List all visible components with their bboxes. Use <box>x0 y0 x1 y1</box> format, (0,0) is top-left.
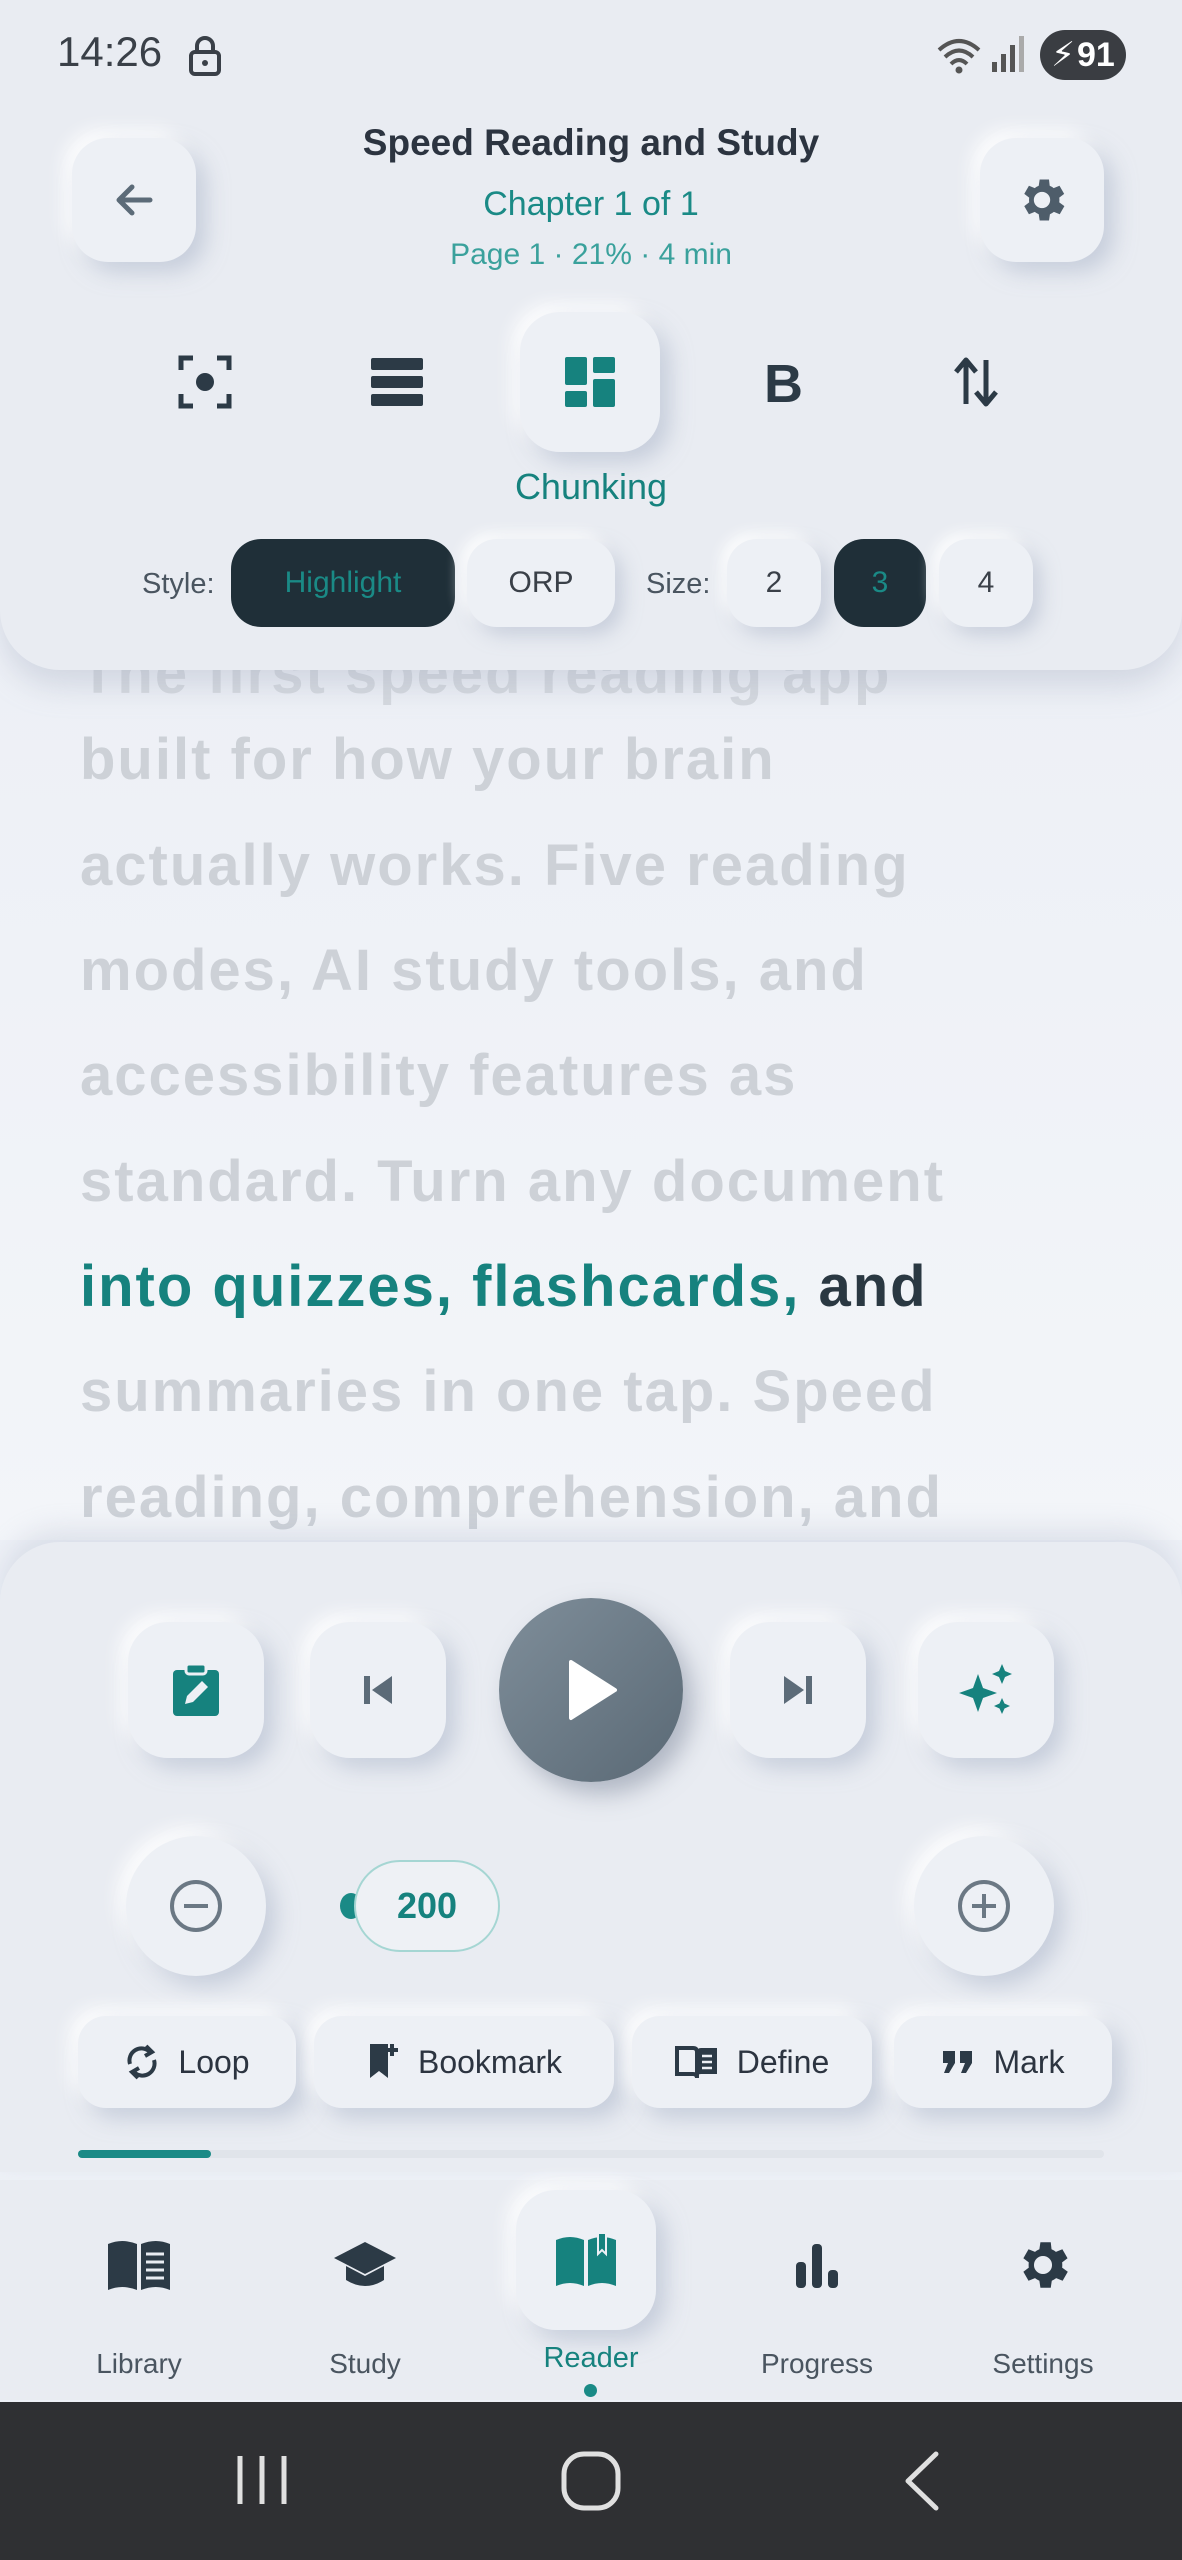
nav-settings-label: Settings <box>992 2348 1094 2379</box>
mode-chunking-button[interactable] <box>520 312 660 452</box>
skip-previous-icon <box>364 1676 392 1704</box>
library-book-icon <box>108 2241 170 2290</box>
define-label: Define <box>736 2043 830 2080</box>
define-chip[interactable]: Define <box>632 2016 872 2108</box>
skip-next-icon <box>784 1676 812 1704</box>
reading-line: built for how your brain <box>80 727 776 792</box>
play-icon <box>569 1660 617 1720</box>
highlighted-chunk: into quizzes, flashcards, <box>80 1254 801 1319</box>
nav-study-button[interactable] <box>320 2220 410 2310</box>
wpm-value[interactable]: 200 <box>354 1860 500 1952</box>
ai-tools-button[interactable] <box>918 1622 1054 1758</box>
mode-lines-button[interactable] <box>327 312 467 452</box>
reading-line: accessibility features as <box>80 1043 798 1108</box>
meta-separator: · <box>640 238 651 271</box>
style-highlight-option[interactable]: Highlight <box>231 539 455 627</box>
system-back-icon[interactable] <box>900 2450 944 2512</box>
play-button[interactable] <box>499 1598 683 1782</box>
mode-scroll-button[interactable] <box>906 312 1046 452</box>
reading-line: standard. Turn any document <box>80 1149 946 1214</box>
status-time: 14:26 <box>57 28 163 75</box>
quote-icon <box>943 2051 973 2073</box>
book-title: Speed Reading and Study <box>362 122 820 163</box>
notes-button[interactable] <box>128 1622 264 1758</box>
next-button[interactable] <box>730 1622 866 1758</box>
increase-speed-button[interactable] <box>914 1836 1054 1976</box>
style-label: Style: <box>142 568 215 600</box>
current-word: and <box>818 1254 928 1319</box>
recent-apps-icon[interactable] <box>234 2452 290 2508</box>
charging-icon: ⚡ <box>1051 36 1076 74</box>
reading-line: reading, comprehension, and <box>80 1465 943 1530</box>
nav-library-label: Library <box>96 2348 182 2379</box>
active-mode-label: Chunking <box>514 466 668 507</box>
page-meta: Page 1 · 21% · 4 min <box>200 238 982 272</box>
signal-icon <box>992 36 1024 72</box>
nav-reader-button[interactable] <box>516 2190 656 2330</box>
minus-circle-icon <box>170 1880 222 1932</box>
wifi-icon <box>937 39 981 74</box>
reader-settings-button[interactable] <box>980 138 1104 262</box>
reading-progress-bar[interactable] <box>78 2150 1104 2158</box>
reading-line: summaries in one tap. Speed <box>80 1359 937 1424</box>
style-orp-option[interactable]: ORP <box>467 539 615 627</box>
arrow-left-icon <box>116 184 153 216</box>
loop-chip[interactable]: Loop <box>78 2016 296 2108</box>
back-button[interactable] <box>72 138 196 262</box>
decrease-speed-button[interactable] <box>126 1836 266 1976</box>
gear-icon <box>1024 179 1065 221</box>
time-left: 4 min <box>658 238 732 271</box>
reading-line: modes, AI study tools, and <box>80 938 868 1003</box>
nav-library-button[interactable] <box>94 2220 184 2310</box>
home-icon[interactable] <box>560 2450 622 2512</box>
focus-frame-icon <box>178 355 232 409</box>
progress-percent: 21% <box>571 238 632 271</box>
clipboard-edit-icon <box>173 1662 219 1716</box>
nav-reader-label: Reader <box>543 2342 639 2374</box>
lock-icon <box>189 36 221 76</box>
reading-progress-fill <box>78 2150 211 2158</box>
bar-chart-icon <box>796 2244 838 2288</box>
lines-icon <box>371 358 423 406</box>
loop-label: Loop <box>178 2043 250 2080</box>
previous-button[interactable] <box>310 1622 446 1758</box>
plus-circle-icon <box>958 1880 1010 1932</box>
svg-text:B: B <box>764 356 803 408</box>
bookmark-chip[interactable]: Bookmark <box>314 2016 614 2108</box>
reading-line-current: into quizzes, flashcards, and <box>80 1253 928 1320</box>
dashboard-icon <box>565 357 615 407</box>
sparkles-icon <box>959 1664 1012 1714</box>
swap-vertical-icon <box>954 357 998 407</box>
mode-focus-button[interactable] <box>135 312 275 452</box>
open-book-icon <box>556 2234 616 2286</box>
size-label: Size: <box>646 568 711 600</box>
battery-level: 91 <box>1077 35 1115 74</box>
bookmark-label: Bookmark <box>417 2043 563 2080</box>
size-option-2[interactable]: 2 <box>727 539 821 627</box>
book-icon <box>674 2046 717 2079</box>
size-option-4[interactable]: 4 <box>939 539 1033 627</box>
nav-progress-button[interactable] <box>772 2220 862 2310</box>
bookmark-add-icon <box>369 2044 398 2078</box>
bold-icon: B <box>764 356 803 408</box>
meta-separator: · <box>553 238 564 271</box>
graduation-cap-icon <box>334 2242 396 2286</box>
nav-progress-label: Progress <box>760 2348 874 2379</box>
size-option-3[interactable]: 3 <box>834 539 926 627</box>
chapter-label[interactable]: Chapter 1 of 1 <box>200 185 982 224</box>
mode-bold-button[interactable]: B <box>714 312 854 452</box>
settings-gear-icon <box>1023 2242 1068 2288</box>
nav-study-label: Study <box>329 2348 401 2379</box>
nav-settings-button[interactable] <box>998 2220 1088 2310</box>
mark-label: Mark <box>993 2043 1065 2080</box>
reading-line: actually works. Five reading <box>80 833 910 898</box>
battery-indicator: ⚡ 91 <box>1040 30 1126 80</box>
loop-icon <box>127 2044 157 2080</box>
nav-active-indicator <box>584 2384 597 2397</box>
mark-chip[interactable]: Mark <box>894 2016 1112 2108</box>
page-number: Page 1 <box>450 238 546 271</box>
